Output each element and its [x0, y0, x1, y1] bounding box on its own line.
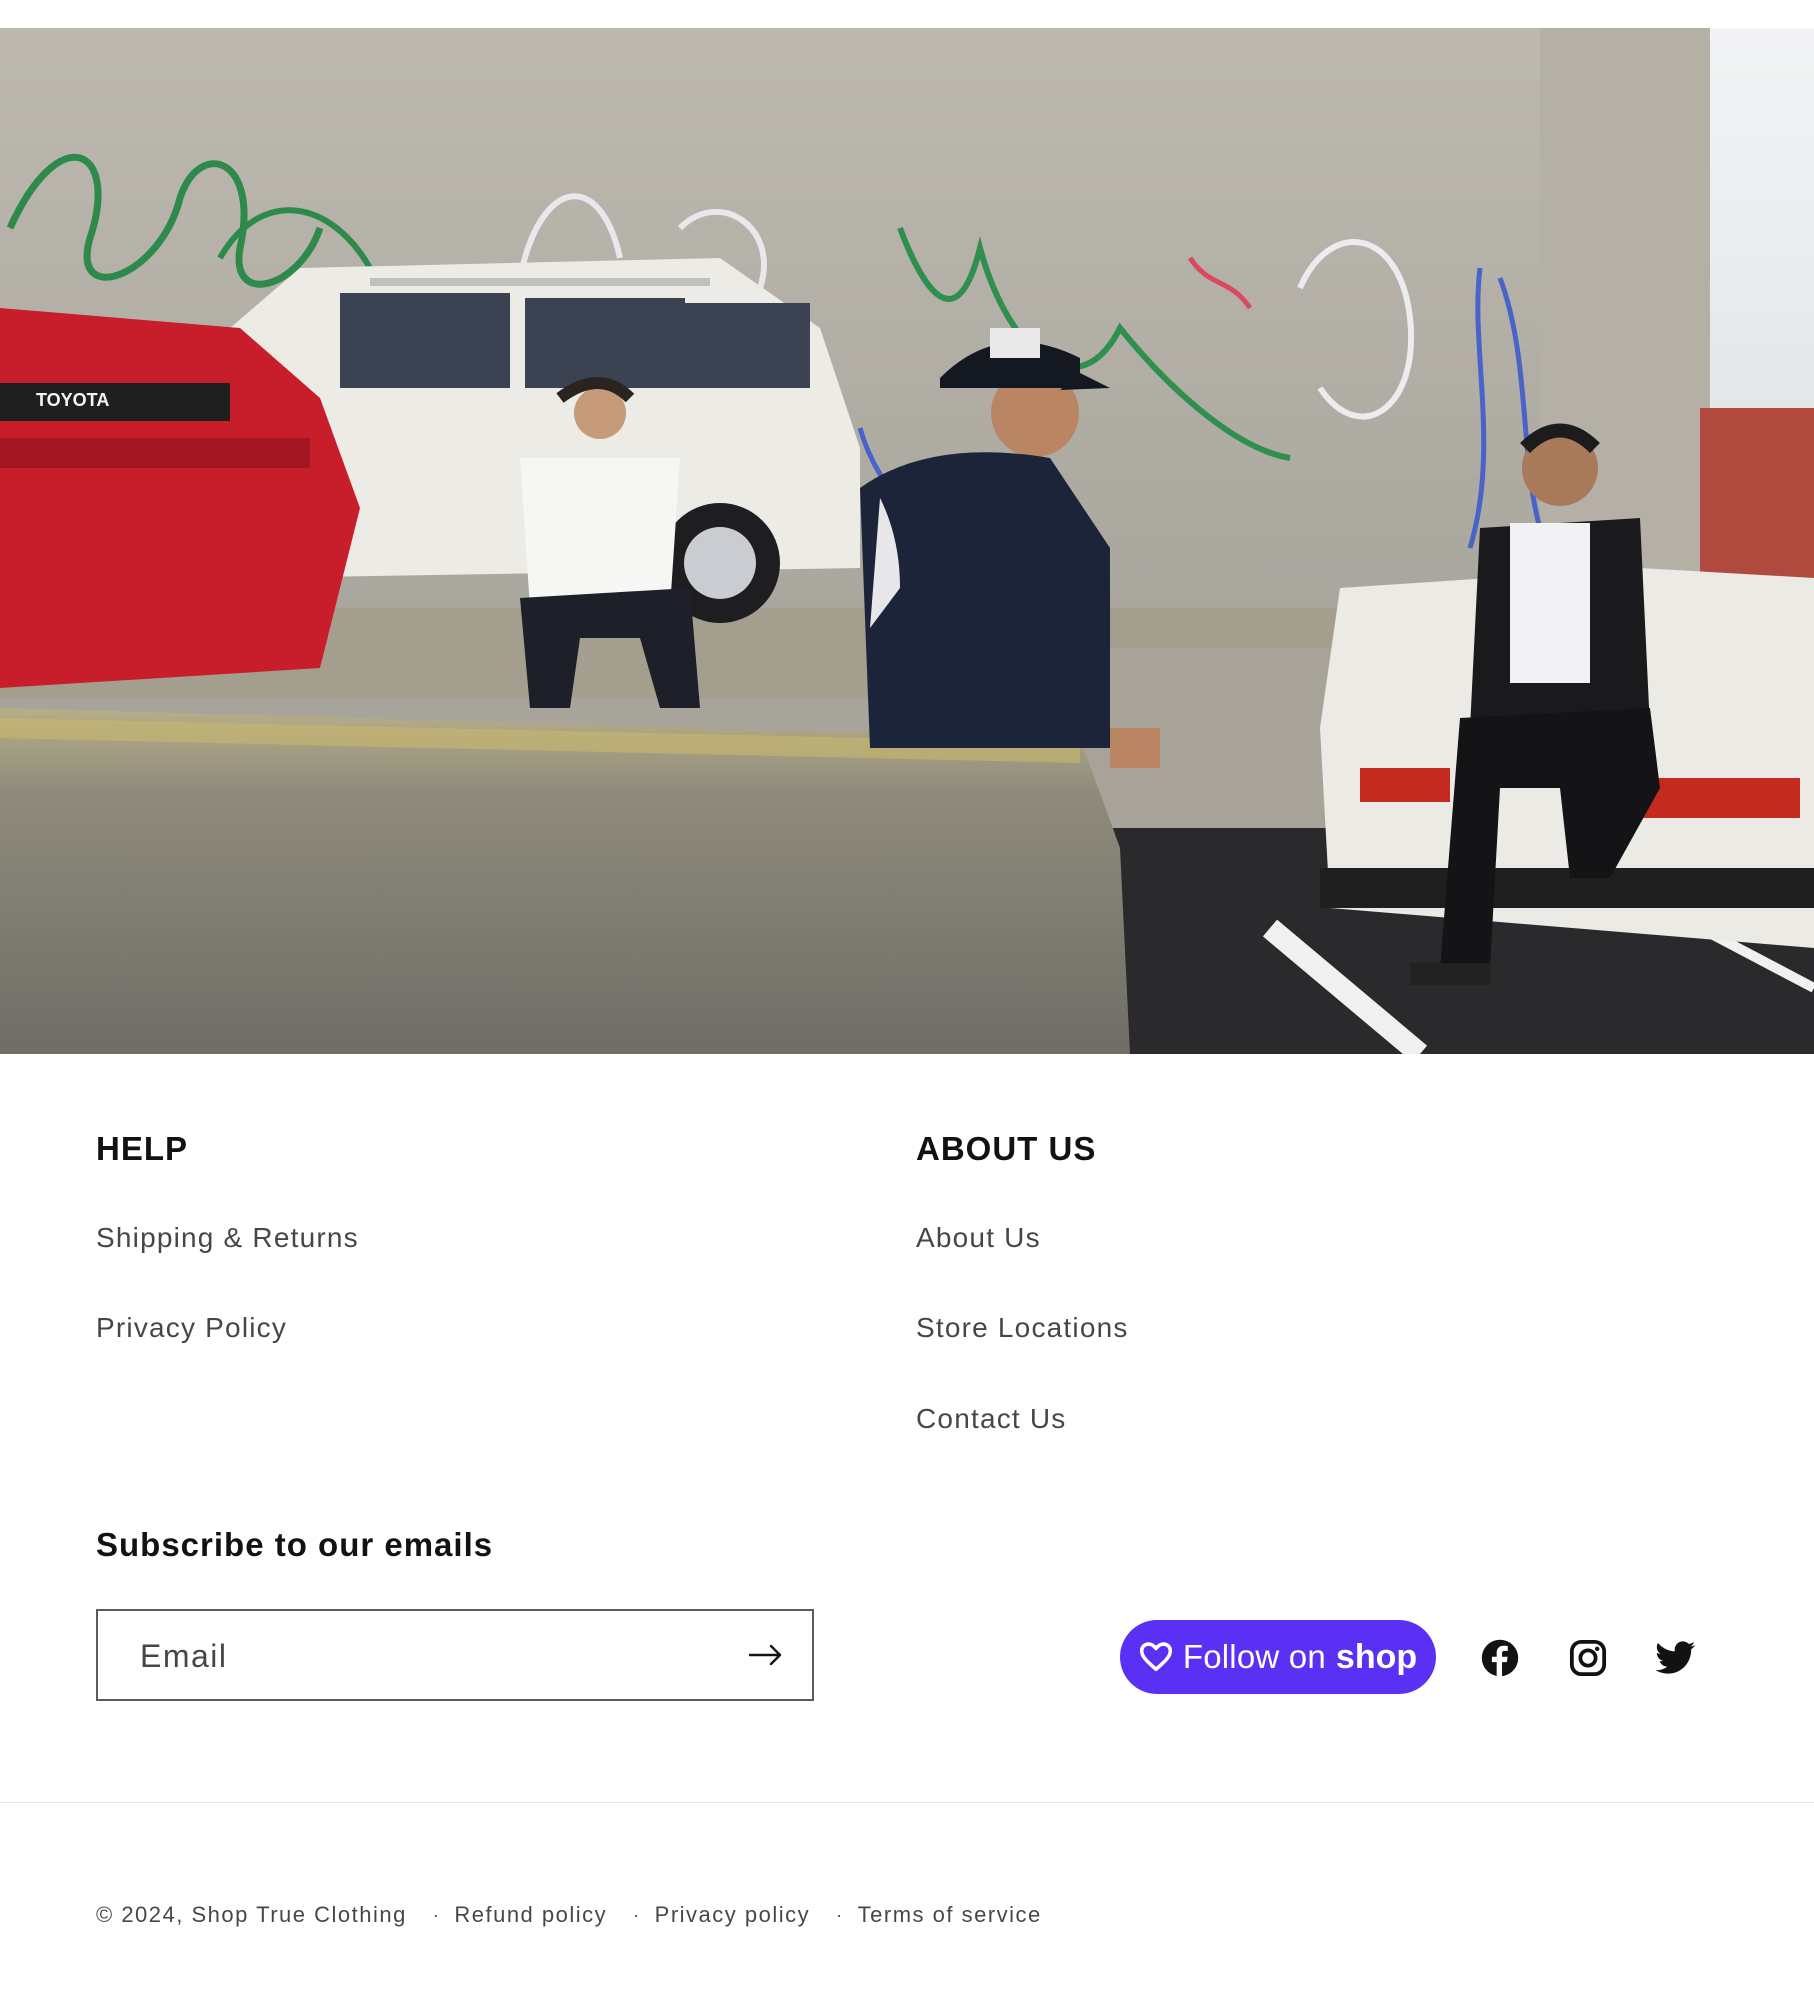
about-link-about-us[interactable]: About Us [916, 1222, 1041, 1254]
separator-dot: · [633, 1904, 641, 1925]
copyright-link[interactable]: © 2024, Shop True Clothing [96, 1902, 407, 1928]
email-submit-button[interactable] [736, 1625, 796, 1685]
about-link-contact-us[interactable]: Contact Us [916, 1403, 1067, 1435]
hero-image: TOYOTA [0, 28, 1814, 1054]
footer-legal-row: © 2024, Shop True Clothing · Refund poli… [96, 1902, 1042, 1928]
arrow-right-icon [749, 1644, 782, 1666]
privacy-policy-link[interactable]: Privacy policy [655, 1902, 810, 1928]
follow-on-shop-button[interactable]: Follow on shop [1120, 1620, 1436, 1694]
help-link-privacy-policy[interactable]: Privacy Policy [96, 1312, 287, 1344]
shop-brand-label: shop [1335, 1637, 1418, 1676]
newsletter-heading: Subscribe to our emails [96, 1526, 494, 1563]
hero-photo-illustration: TOYOTA [0, 28, 1814, 1054]
separator-dot: · [836, 1904, 844, 1925]
terms-of-service-link[interactable]: Terms of service [858, 1902, 1042, 1928]
separator-dot: · [432, 1904, 441, 1925]
twitter-link[interactable] [1652, 1634, 1700, 1682]
instagram-link[interactable] [1564, 1634, 1612, 1682]
help-link-shipping-returns[interactable]: Shipping & Returns [96, 1222, 359, 1254]
twitter-icon [1656, 1641, 1696, 1674]
facebook-icon [1481, 1639, 1519, 1677]
about-link-store-locations[interactable]: Store Locations [916, 1312, 1129, 1344]
site-footer: HELP Shipping & Returns Privacy Policy A… [0, 1054, 1814, 2000]
email-input[interactable] [138, 1611, 722, 1701]
newsletter-form [96, 1609, 814, 1701]
footer-divider [0, 1802, 1814, 1803]
about-heading: ABOUT US [916, 1130, 1097, 1167]
heart-icon [1139, 1642, 1172, 1672]
instagram-icon [1569, 1639, 1607, 1677]
facebook-link[interactable] [1476, 1634, 1524, 1682]
help-heading: HELP [96, 1130, 189, 1167]
car-badge: TOYOTA [36, 390, 109, 410]
refund-policy-link[interactable]: Refund policy [454, 1902, 607, 1928]
follow-on-label: Follow on [1182, 1638, 1326, 1675]
